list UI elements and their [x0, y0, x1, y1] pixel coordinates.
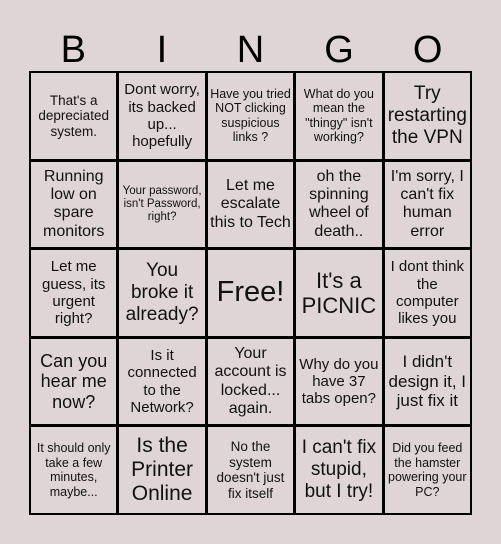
bingo-cell[interactable]: It should only take a few minutes, maybe… — [31, 427, 117, 513]
bingo-cell[interactable]: No the system doesn't just fix itself — [207, 427, 294, 513]
bingo-cell[interactable]: oh the spinning wheel of death.. — [296, 161, 382, 248]
header-letter-o: O — [412, 29, 443, 71]
bingo-cell[interactable]: Is the Printer Online — [119, 427, 205, 513]
bingo-cell[interactable]: Your account is locked... again. — [207, 338, 294, 425]
header-letter-n: N — [236, 29, 265, 71]
bingo-cell[interactable]: Can you hear me now? — [31, 338, 117, 425]
bingo-cell[interactable]: Is it connected to the Network? — [119, 338, 205, 425]
bingo-header: B I N G O — [29, 28, 472, 72]
bingo-cell[interactable]: Why do you have 37 tabs open? — [296, 338, 382, 425]
bingo-cell[interactable]: I didn't design it, I just fix it — [384, 338, 470, 425]
bingo-cell[interactable]: I can't fix stupid, but I try! — [296, 427, 382, 513]
bingo-cell[interactable]: Let me escalate this to Tech — [207, 161, 294, 248]
free-space-cell[interactable]: Free! — [207, 250, 294, 336]
header-letter-b: B — [60, 29, 86, 71]
bingo-cell[interactable]: Running low on spare monitors — [31, 161, 117, 248]
bingo-cell[interactable]: Have you tried NOT clicking suspicious l… — [207, 73, 294, 159]
bingo-cell[interactable]: Try restarting the VPN — [384, 73, 470, 159]
bingo-grid: That's a depreciated system. Dont worry,… — [29, 71, 472, 515]
bingo-cell[interactable]: It's a PICNIC — [296, 250, 382, 336]
bingo-cell[interactable]: That's a depreciated system. — [31, 73, 117, 159]
bingo-cell[interactable]: Your password, isn't Password, right? — [119, 161, 205, 248]
bingo-cell[interactable]: I dont think the computer likes you — [384, 250, 470, 336]
bingo-cell[interactable]: I'm sorry, I can't fix human error — [384, 161, 470, 248]
bingo-cell[interactable]: Did you feed the hamster powering your P… — [384, 427, 470, 513]
bingo-cell[interactable]: Dont worry, its backed up... hopefully — [119, 73, 205, 159]
header-letter-i: I — [156, 29, 168, 71]
header-letter-g: G — [324, 29, 354, 71]
bingo-cell[interactable]: Let me guess, its urgent right? — [31, 250, 117, 336]
bingo-cell[interactable]: What do you mean the "thingy" isn't work… — [296, 73, 382, 159]
bingo-cell[interactable]: You broke it already? — [119, 250, 205, 336]
